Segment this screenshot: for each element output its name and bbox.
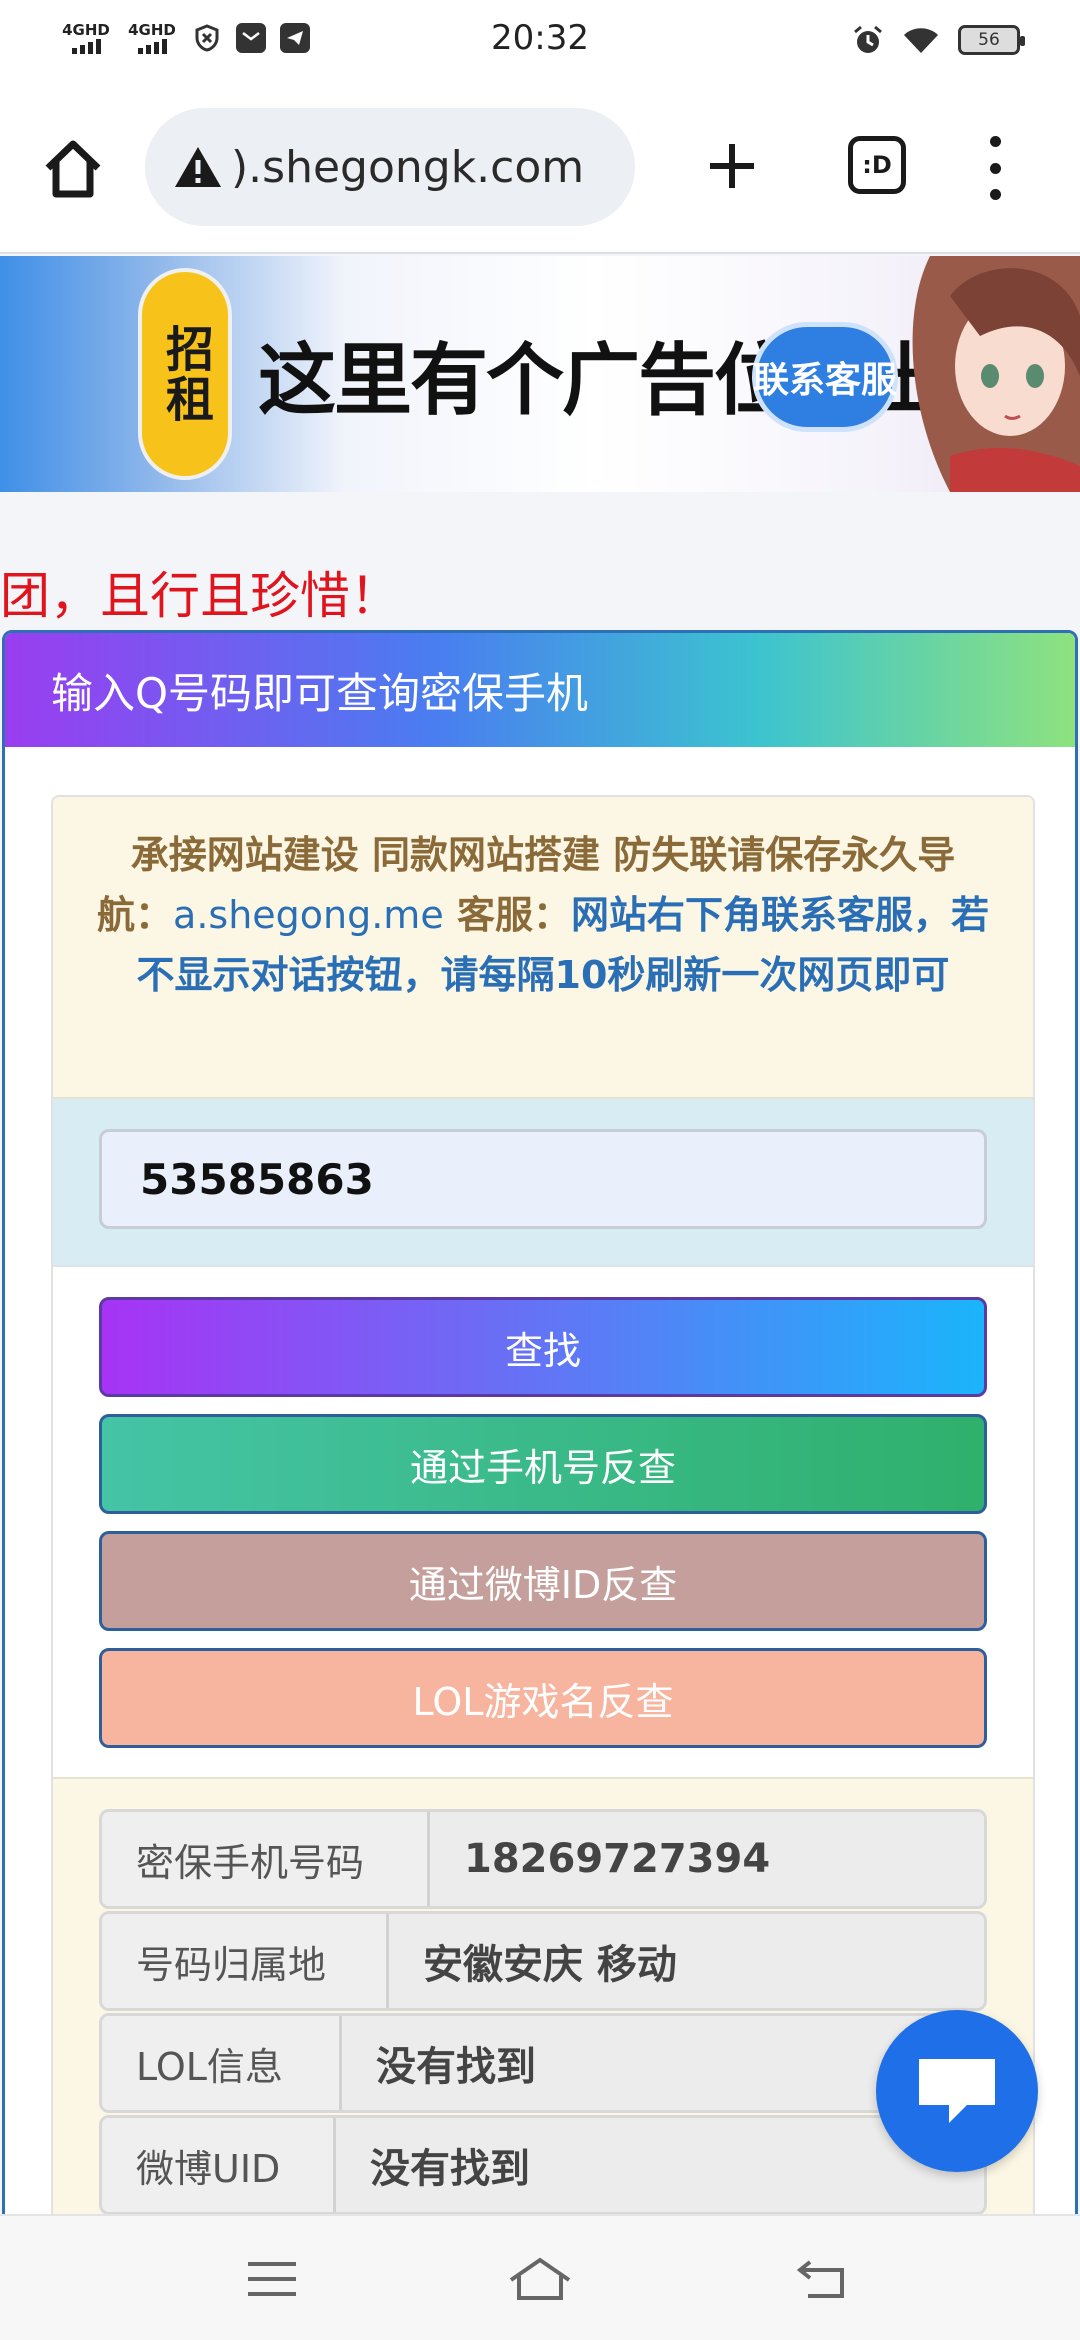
battery-icon: 56 — [958, 25, 1025, 55]
back-icon[interactable] — [792, 2254, 852, 2304]
system-nav-bar — [0, 2214, 1080, 2340]
weibo-lookup-button[interactable]: 通过微博ID反查 — [99, 1531, 987, 1631]
chat-button[interactable] — [876, 2010, 1038, 2172]
battery-level: 56 — [978, 30, 1000, 50]
panel-title: 输入Q号码即可查询密保手机 — [5, 633, 1075, 747]
result-key: 号码归属地 — [102, 1914, 389, 2008]
menu-icon[interactable] — [242, 2254, 302, 2304]
result-row: 号码归属地 安徽安庆 移动 — [99, 1911, 987, 2011]
ad-contact-button[interactable]: 联系客服 — [752, 322, 898, 432]
qq-number-input[interactable] — [99, 1129, 987, 1229]
url-text[interactable]: ).shegongk.com — [231, 142, 584, 193]
new-tab-icon[interactable] — [700, 134, 764, 198]
result-row: LOL信息 没有找到 — [99, 2013, 987, 2113]
home-nav-icon[interactable] — [505, 2254, 575, 2304]
warning-icon[interactable] — [173, 144, 223, 190]
ad-banner[interactable]: 招租 这里有个广告位要出租 联系客服 — [0, 256, 1080, 492]
scrolling-notice: 团，且行且珍惜！ — [0, 567, 400, 625]
status-bar: 4GHD 4GHD 20:32 56 — [0, 0, 1080, 86]
find-button[interactable]: 查找 — [99, 1297, 987, 1397]
chat-bubble-icon — [919, 2059, 995, 2123]
notice-box: 承接网站建设 同款网站搭建 防失联请保存永久导航：a.shegong.me 客服… — [53, 797, 1033, 1099]
navigation-link[interactable]: a.shegong.me — [173, 893, 444, 937]
ad-badge: 招租 — [138, 268, 232, 480]
browser-toolbar: ).shegongk.com :D — [0, 86, 1080, 254]
lol-lookup-button[interactable]: LOL游戏名反查 — [99, 1648, 987, 1748]
action-buttons: 查找 通过手机号反查 通过微博ID反查 LOL游戏名反查 — [53, 1267, 1033, 1779]
address-bar[interactable]: ).shegongk.com — [145, 108, 635, 226]
status-right-icons: 56 — [852, 24, 1025, 56]
result-key: 密保手机号码 — [102, 1812, 430, 1906]
search-row — [53, 1099, 1033, 1267]
result-row: 密保手机号码 18269727394 — [99, 1809, 987, 1909]
result-value: 安徽安庆 移动 — [389, 1914, 984, 2008]
result-row: 微博UID 没有找到 — [99, 2115, 987, 2215]
more-menu-icon[interactable] — [980, 136, 1010, 200]
notice-service-label: 客服： — [443, 893, 571, 937]
wifi-icon — [904, 28, 938, 53]
result-key: LOL信息 — [102, 2016, 342, 2110]
tab-switcher-label: :D — [862, 151, 892, 179]
anime-girl-illustration — [912, 256, 1080, 492]
home-icon[interactable] — [38, 134, 108, 204]
result-value: 18269727394 — [430, 1812, 984, 1906]
alarm-icon — [854, 25, 882, 53]
result-key: 微博UID — [102, 2118, 336, 2212]
tab-switcher-button[interactable]: :D — [848, 136, 906, 194]
phone-lookup-button[interactable]: 通过手机号反查 — [99, 1414, 987, 1514]
